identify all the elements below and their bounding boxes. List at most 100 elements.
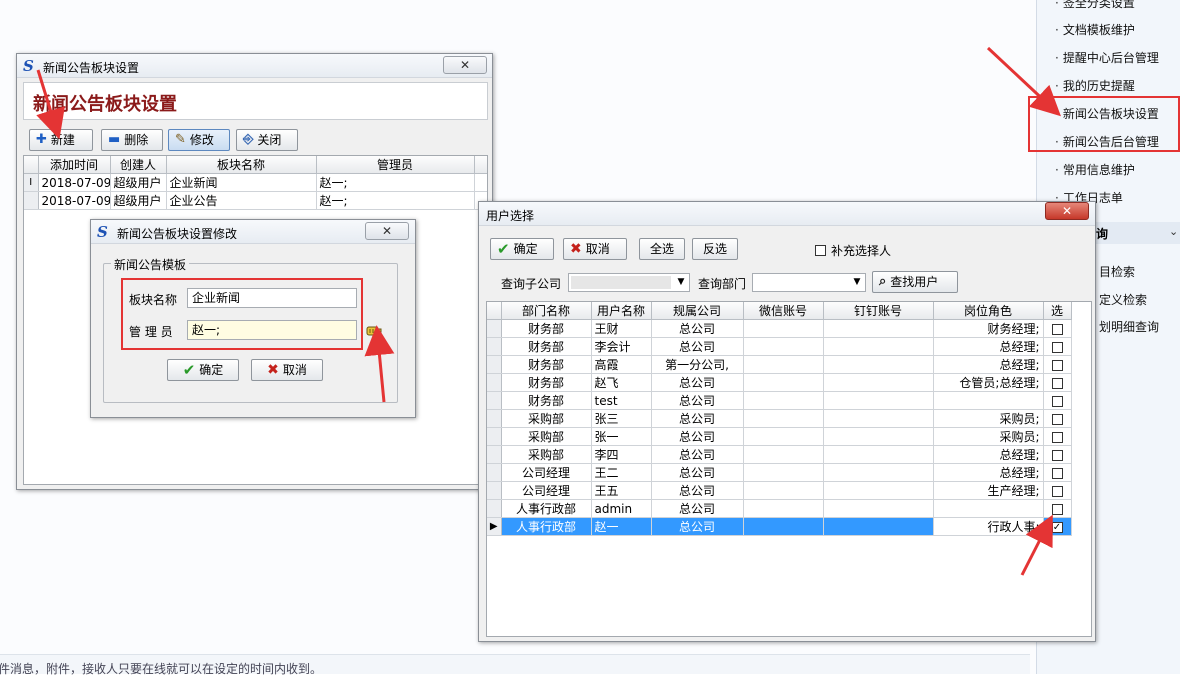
table-row[interactable]: I 2018-07-09 超级用户 企业新闻 赵一; xyxy=(24,173,487,192)
close-button[interactable]: ✕ xyxy=(1045,202,1089,220)
nav-item-doc-template[interactable]: 文档模板维护 xyxy=(1055,21,1135,38)
ok-button[interactable]: ✔ 确定 xyxy=(167,359,239,381)
column-header[interactable]: 微信账号 xyxy=(743,302,824,320)
select-checkbox[interactable] xyxy=(1051,395,1063,407)
table-row[interactable]: 财务部 王财 总公司 财务经理; xyxy=(487,319,1072,338)
column-header[interactable]: 创建人 xyxy=(110,156,167,174)
table-row[interactable]: 公司经理 王五 总公司 生产经理; xyxy=(487,481,1072,500)
highlight-box-nav xyxy=(1028,96,1180,152)
nav-item-my-reminders[interactable]: 我的历史提醒 xyxy=(1055,77,1135,94)
column-header[interactable]: 板块名称 xyxy=(166,156,317,174)
cell-date: 2018-07-09 xyxy=(38,173,111,192)
nav-item-category[interactable]: 签全分类设置 xyxy=(1055,0,1135,11)
row-indicator xyxy=(487,481,502,500)
edit-button[interactable]: ✎ 修改 xyxy=(168,129,230,151)
cell-role xyxy=(933,391,1044,410)
cell-role: 仓管员;总经理; xyxy=(933,373,1044,392)
close-button[interactable]: ✕ xyxy=(443,56,487,74)
table-row[interactable]: 采购部 张三 总公司 采购员; xyxy=(487,409,1072,428)
select-checkbox[interactable] xyxy=(1051,413,1063,425)
nav-sub-item-search[interactable]: 目检索 xyxy=(1099,263,1135,280)
cell-dept: 公司经理 xyxy=(501,463,592,482)
close-window-button[interactable]: ⎆ 关闭 xyxy=(236,129,298,151)
nav-sub-item-detail-query[interactable]: 划明细查询 xyxy=(1099,318,1159,335)
module-window-title: 新闻公告板块设置 xyxy=(43,61,140,75)
cell-role: 财务经理; xyxy=(933,319,1044,338)
select-checkbox[interactable] xyxy=(1051,431,1063,443)
nav-sub-item-custom-search[interactable]: 定义检索 xyxy=(1099,291,1147,308)
select-checkbox[interactable] xyxy=(1051,341,1063,353)
cell-dept: 财务部 xyxy=(501,391,592,410)
column-header[interactable]: 部门名称 xyxy=(501,302,592,320)
cell-dept: 采购部 xyxy=(501,427,592,446)
company-filter-select[interactable]: ▼ xyxy=(568,273,690,292)
module-grid-header: 添加时间 创建人 板块名称 管理员 xyxy=(24,156,487,174)
invert-selection-button[interactable]: 反选 xyxy=(692,238,738,260)
supplement-checkbox[interactable] xyxy=(815,245,826,256)
cell-role: 总经理; xyxy=(933,337,1044,356)
cell-user: 赵飞 xyxy=(591,373,652,392)
select-checkbox[interactable] xyxy=(1051,323,1063,335)
cell-user: test xyxy=(591,391,652,410)
select-checkbox[interactable] xyxy=(1051,449,1063,461)
table-row[interactable]: 2018-07-09 超级用户 企业公告 赵一; xyxy=(24,191,487,210)
cell-wechat xyxy=(743,481,824,500)
column-header[interactable]: 添加时间 xyxy=(38,156,111,174)
cell-dingtalk xyxy=(823,481,934,500)
table-row[interactable]: 财务部 李会计 总公司 总经理; xyxy=(487,337,1072,356)
cell-dingtalk xyxy=(823,517,934,536)
select-checkbox[interactable] xyxy=(1051,485,1063,497)
column-header[interactable]: 管理员 xyxy=(316,156,475,174)
table-row[interactable]: 采购部 李四 总公司 总经理; xyxy=(487,445,1072,464)
select-checkbox[interactable] xyxy=(1051,359,1063,371)
table-row[interactable]: 公司经理 王二 总公司 总经理; xyxy=(487,463,1072,482)
table-row[interactable]: 人事行政部 admin 总公司 xyxy=(487,499,1072,518)
dept-filter-select[interactable]: ▼ xyxy=(752,273,866,292)
user-grid-header: 部门名称 用户名称 规属公司 微信账号 钉钉账号 岗位角色 选 xyxy=(487,302,1072,320)
nav-item-common-info[interactable]: 常用信息维护 xyxy=(1055,161,1135,178)
column-header[interactable]: 规属公司 xyxy=(651,302,744,320)
search-user-button[interactable]: ⌕ 查找用户 xyxy=(872,271,958,293)
column-header[interactable]: 选 xyxy=(1043,302,1072,320)
row-indicator xyxy=(487,391,502,410)
table-row[interactable]: 财务部 高霞 第一分公司, 总经理; xyxy=(487,355,1072,374)
table-row[interactable]: 财务部 test 总公司 xyxy=(487,391,1072,410)
table-row[interactable]: ▶ 人事行政部 赵一 总公司 行政人事; ✓ xyxy=(487,517,1072,536)
cell-user: 张一 xyxy=(591,427,652,446)
cell-wechat xyxy=(743,391,824,410)
select-all-button[interactable]: 全选 xyxy=(639,238,685,260)
delete-button[interactable]: ▬ 删除 xyxy=(101,129,163,151)
module-header-title: 新闻公告板块设置 xyxy=(33,94,177,115)
column-header[interactable]: 岗位角色 xyxy=(933,302,1044,320)
ok-button[interactable]: ✔ 确定 xyxy=(490,238,554,260)
select-checkbox[interactable] xyxy=(1051,467,1063,479)
dropdown-arrow-icon: ▼ xyxy=(677,277,685,287)
table-row[interactable]: 采购部 张一 总公司 采购员; xyxy=(487,427,1072,446)
select-user-button[interactable] xyxy=(366,324,382,337)
cell-dept: 财务部 xyxy=(501,355,592,374)
select-checkbox[interactable] xyxy=(1051,503,1063,515)
edit-dialog-titlebar: S 新闻公告板块设置修改 ✕ xyxy=(91,220,415,244)
cancel-button[interactable]: ✖ 取消 xyxy=(563,238,627,260)
table-row[interactable]: 财务部 赵飞 总公司 仓管员;总经理; xyxy=(487,373,1072,392)
column-header[interactable]: 钉钉账号 xyxy=(823,302,934,320)
cell-creator: 超级用户 xyxy=(110,191,167,210)
cell-date: 2018-07-09 xyxy=(38,191,111,210)
nav-item-reminder-admin[interactable]: 提醒中心后台管理 xyxy=(1055,49,1159,66)
cell-role: 采购员; xyxy=(933,427,1044,446)
cell-company: 总公司 xyxy=(651,373,744,392)
select-checkbox[interactable] xyxy=(1051,377,1063,389)
supplement-label: 补充选择人 xyxy=(831,244,892,258)
column-header[interactable]: 用户名称 xyxy=(591,302,652,320)
new-button[interactable]: ✚ 新建 xyxy=(29,129,93,151)
cell-dept: 财务部 xyxy=(501,373,592,392)
cell-company: 总公司 xyxy=(651,481,744,500)
cell-dingtalk xyxy=(823,463,934,482)
cancel-button[interactable]: ✖ 取消 xyxy=(251,359,323,381)
cell-company: 总公司 xyxy=(651,409,744,428)
cell-dept: 财务部 xyxy=(501,319,592,338)
cell-user: 赵一 xyxy=(591,517,652,536)
user-dialog-titlebar: 用户选择 ✕ xyxy=(479,202,1095,226)
select-checkbox[interactable]: ✓ xyxy=(1051,521,1063,533)
close-button[interactable]: ✕ xyxy=(365,222,409,240)
